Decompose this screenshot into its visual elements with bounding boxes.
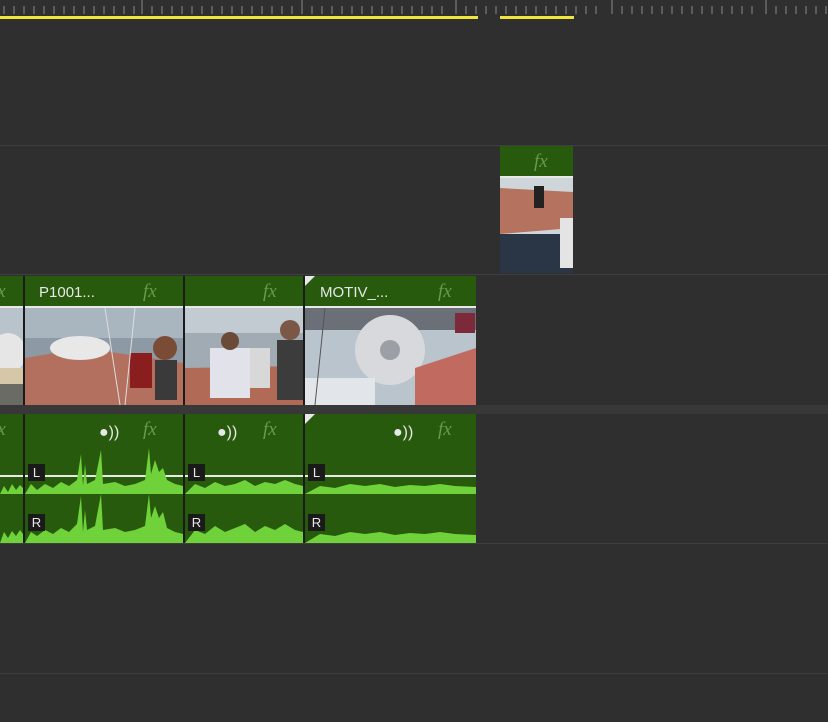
video-clip-upper[interactable]: fx	[500, 146, 573, 273]
clip-corner-marker-icon	[305, 276, 315, 286]
fx-icon[interactable]: fx	[263, 281, 277, 303]
clip-name: P1001...	[39, 284, 95, 301]
waveform	[0, 484, 23, 543]
track-divider	[0, 673, 828, 674]
fx-icon[interactable]: fx	[143, 281, 157, 303]
clip-header: P1001... fx	[25, 276, 183, 308]
track-divider	[0, 274, 828, 275]
audio-clip[interactable]: fx	[0, 414, 23, 543]
track-divider	[0, 145, 828, 146]
waveform	[25, 448, 183, 543]
fx-icon[interactable]: fx	[534, 151, 548, 173]
audio-clip[interactable]: ●)) fx L R	[185, 414, 303, 543]
in-out-range-bar	[0, 16, 478, 19]
clip-header: MOTIV_... fx	[305, 276, 476, 308]
channel-label-right: R	[188, 514, 205, 531]
channel-label-left: L	[188, 464, 205, 481]
video-clip[interactable]: fx	[0, 276, 23, 405]
clip-thumbnail	[0, 308, 23, 405]
video-clip[interactable]: fx	[185, 276, 303, 405]
in-out-range-bar	[500, 16, 574, 19]
clip-name: MOTIV_...	[320, 284, 389, 301]
channel-label-right: R	[308, 514, 325, 531]
clip-header: fx	[0, 276, 23, 308]
fx-icon[interactable]: fx	[0, 281, 6, 303]
clip-corner-marker-icon	[305, 414, 315, 424]
clip-thumbnail	[185, 308, 303, 405]
video-clip[interactable]: P1001... fx	[25, 276, 183, 405]
fx-icon[interactable]: fx	[438, 281, 452, 303]
clip-header: fx	[185, 276, 303, 308]
channel-label-left: L	[308, 464, 325, 481]
ruler-ticks	[0, 0, 827, 19]
channel-label-right: R	[28, 514, 45, 531]
track-divider	[0, 543, 828, 544]
waveform	[305, 484, 476, 543]
clip-header: fx	[500, 146, 573, 178]
clip-thumbnail	[305, 308, 476, 405]
audio-clip[interactable]: ●)) fx L R	[305, 414, 476, 543]
video-audio-divider	[0, 405, 828, 414]
clip-thumbnail	[25, 308, 183, 405]
channel-label-left: L	[28, 464, 45, 481]
video-clip[interactable]: MOTIV_... fx	[305, 276, 476, 405]
audio-clip[interactable]: ●)) fx L R	[25, 414, 183, 543]
clip-thumbnail	[500, 178, 573, 273]
time-ruler[interactable]	[0, 0, 828, 20]
